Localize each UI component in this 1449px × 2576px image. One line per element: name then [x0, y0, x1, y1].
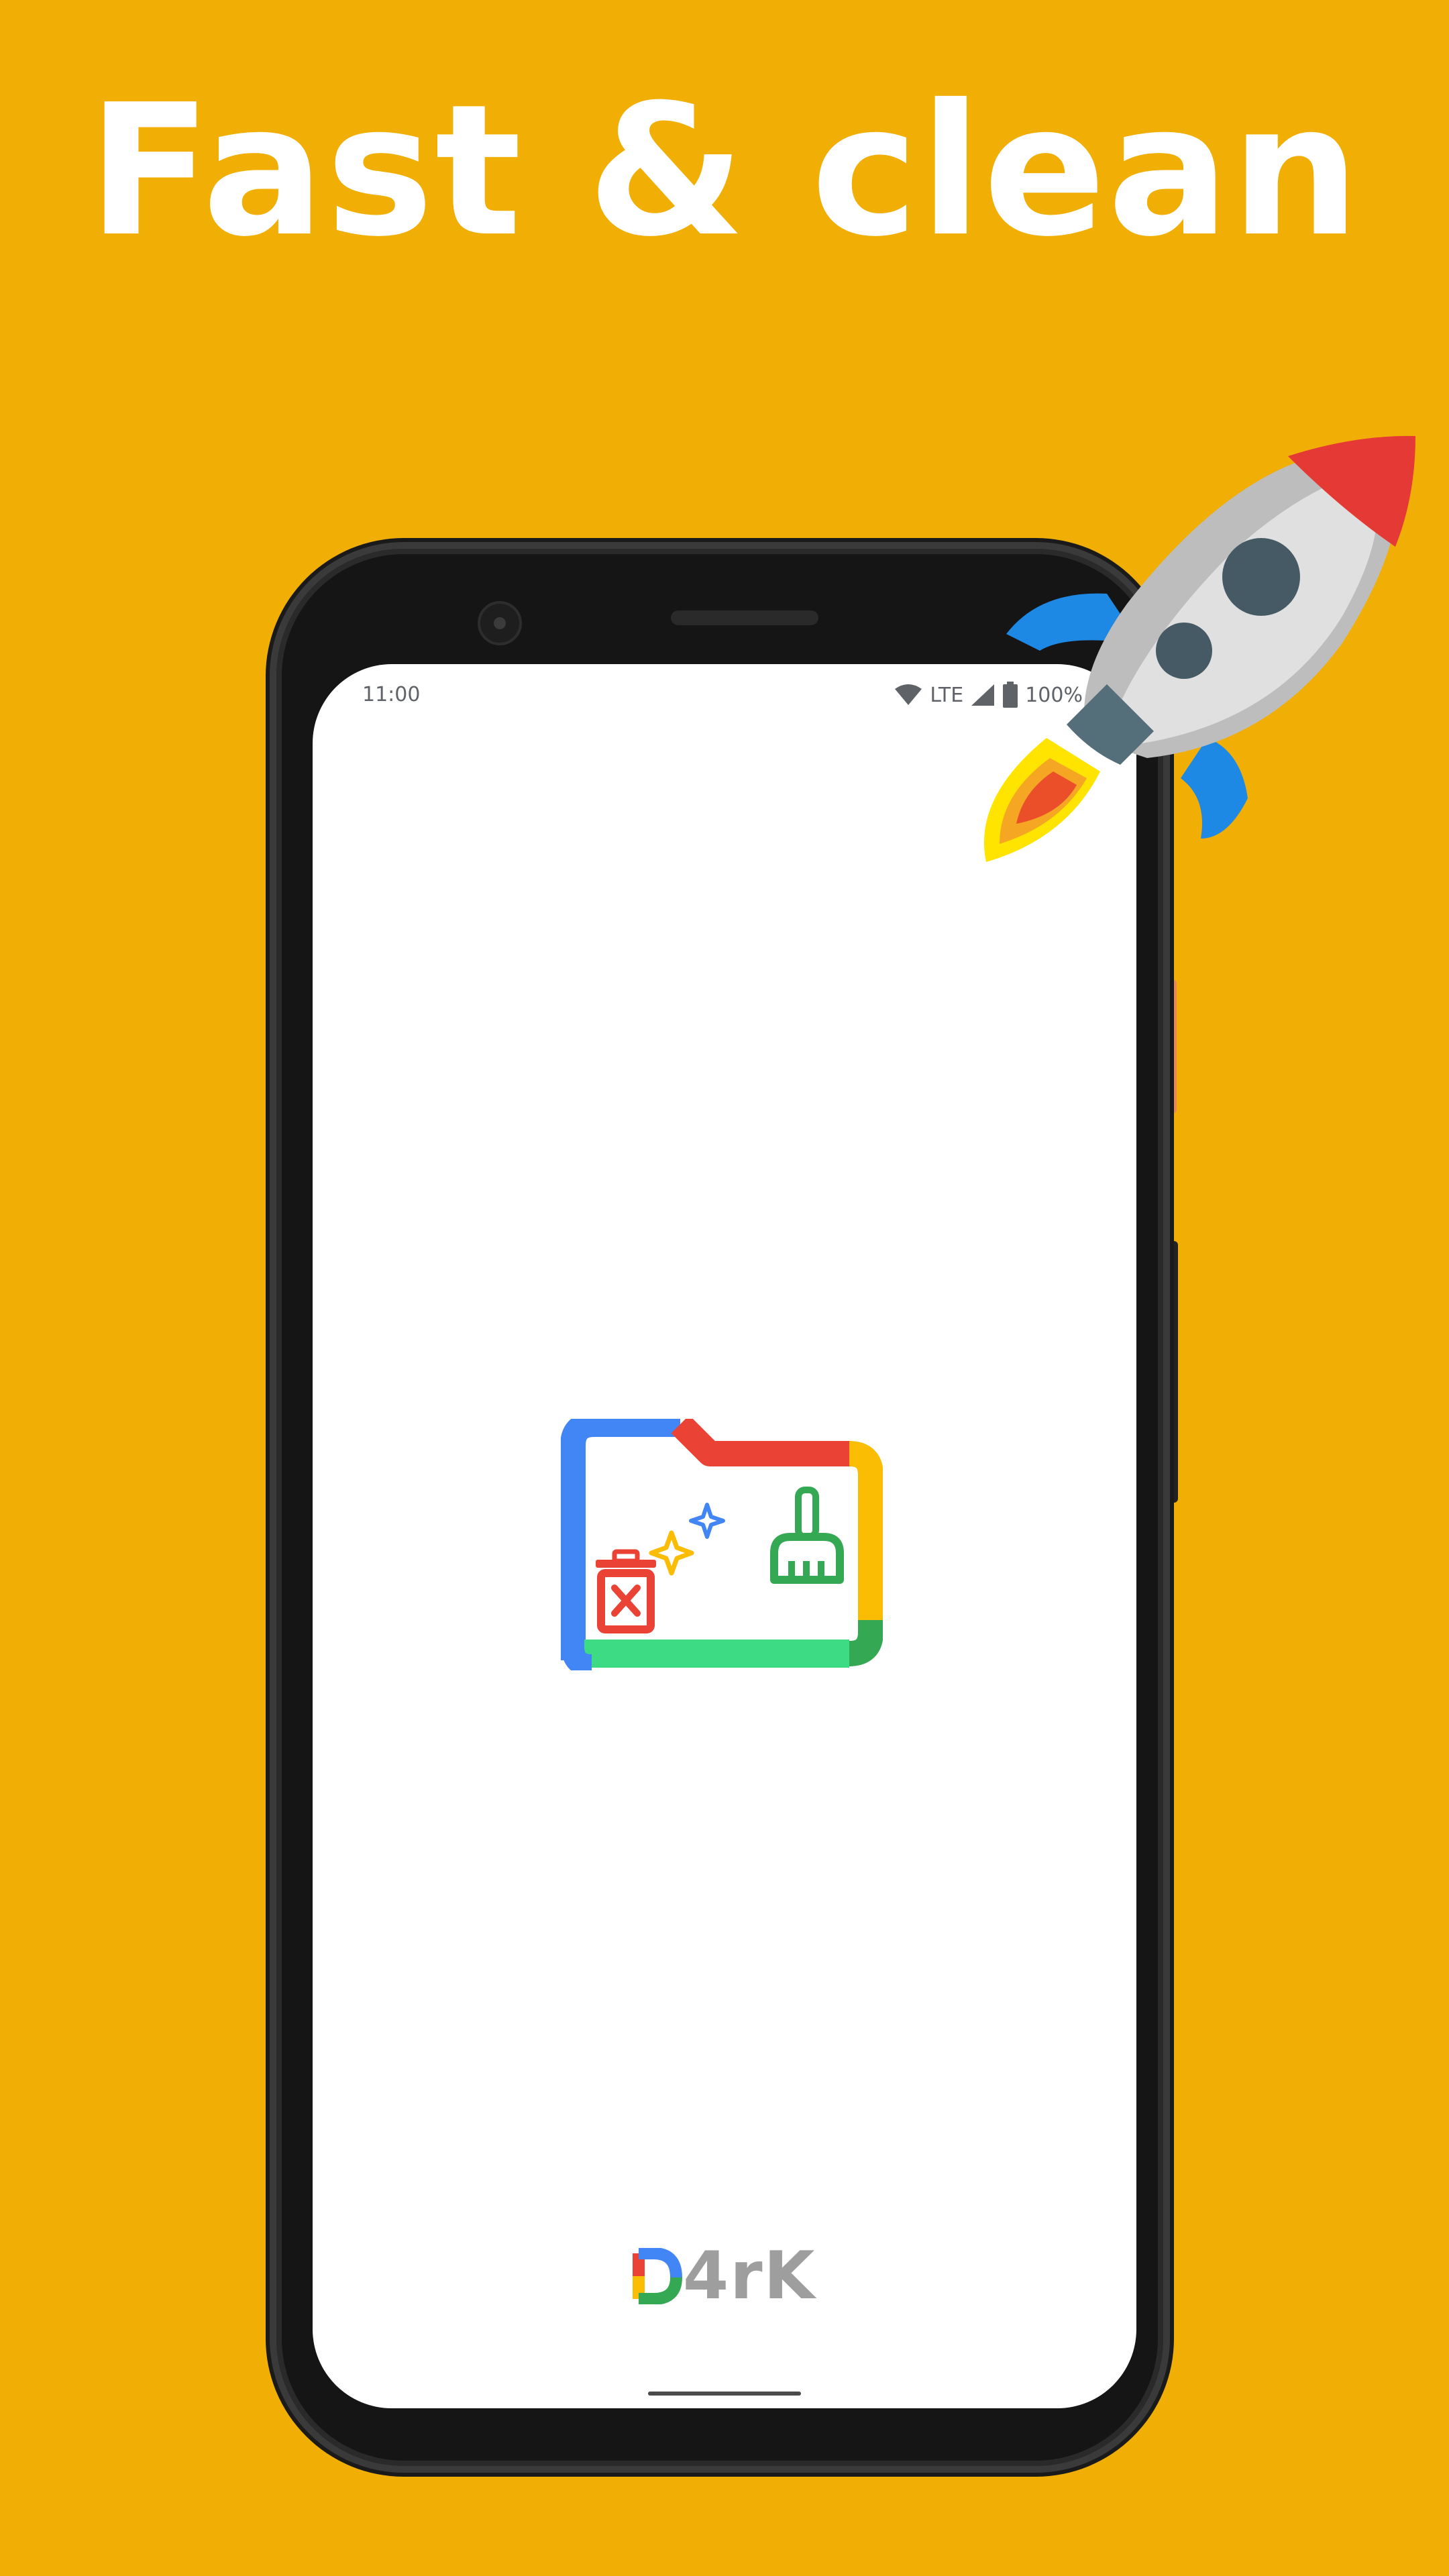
phone-screen: 11:00 LTE 100% 4rK [313, 664, 1136, 2408]
brand-logo: 4rK [632, 2243, 816, 2310]
rocket-icon [983, 435, 1415, 862]
trash-icon [596, 1549, 656, 1633]
status-time: 11:00 [362, 683, 421, 706]
front-camera [478, 601, 522, 645]
headline: Fast & clean [87, 65, 1362, 276]
network-type: LTE [930, 683, 964, 707]
brand-label: 4rK [683, 2238, 816, 2314]
brand-d-icon [633, 2248, 682, 2304]
broom-icon [770, 1487, 844, 1584]
wifi-icon [894, 684, 923, 706]
sparkle-icon [649, 1503, 725, 1576]
volume-button [1169, 1241, 1178, 1503]
earpiece-speaker [671, 610, 818, 625]
home-indicator[interactable] [648, 2392, 801, 2396]
app-logo-icon [561, 1419, 883, 1670]
